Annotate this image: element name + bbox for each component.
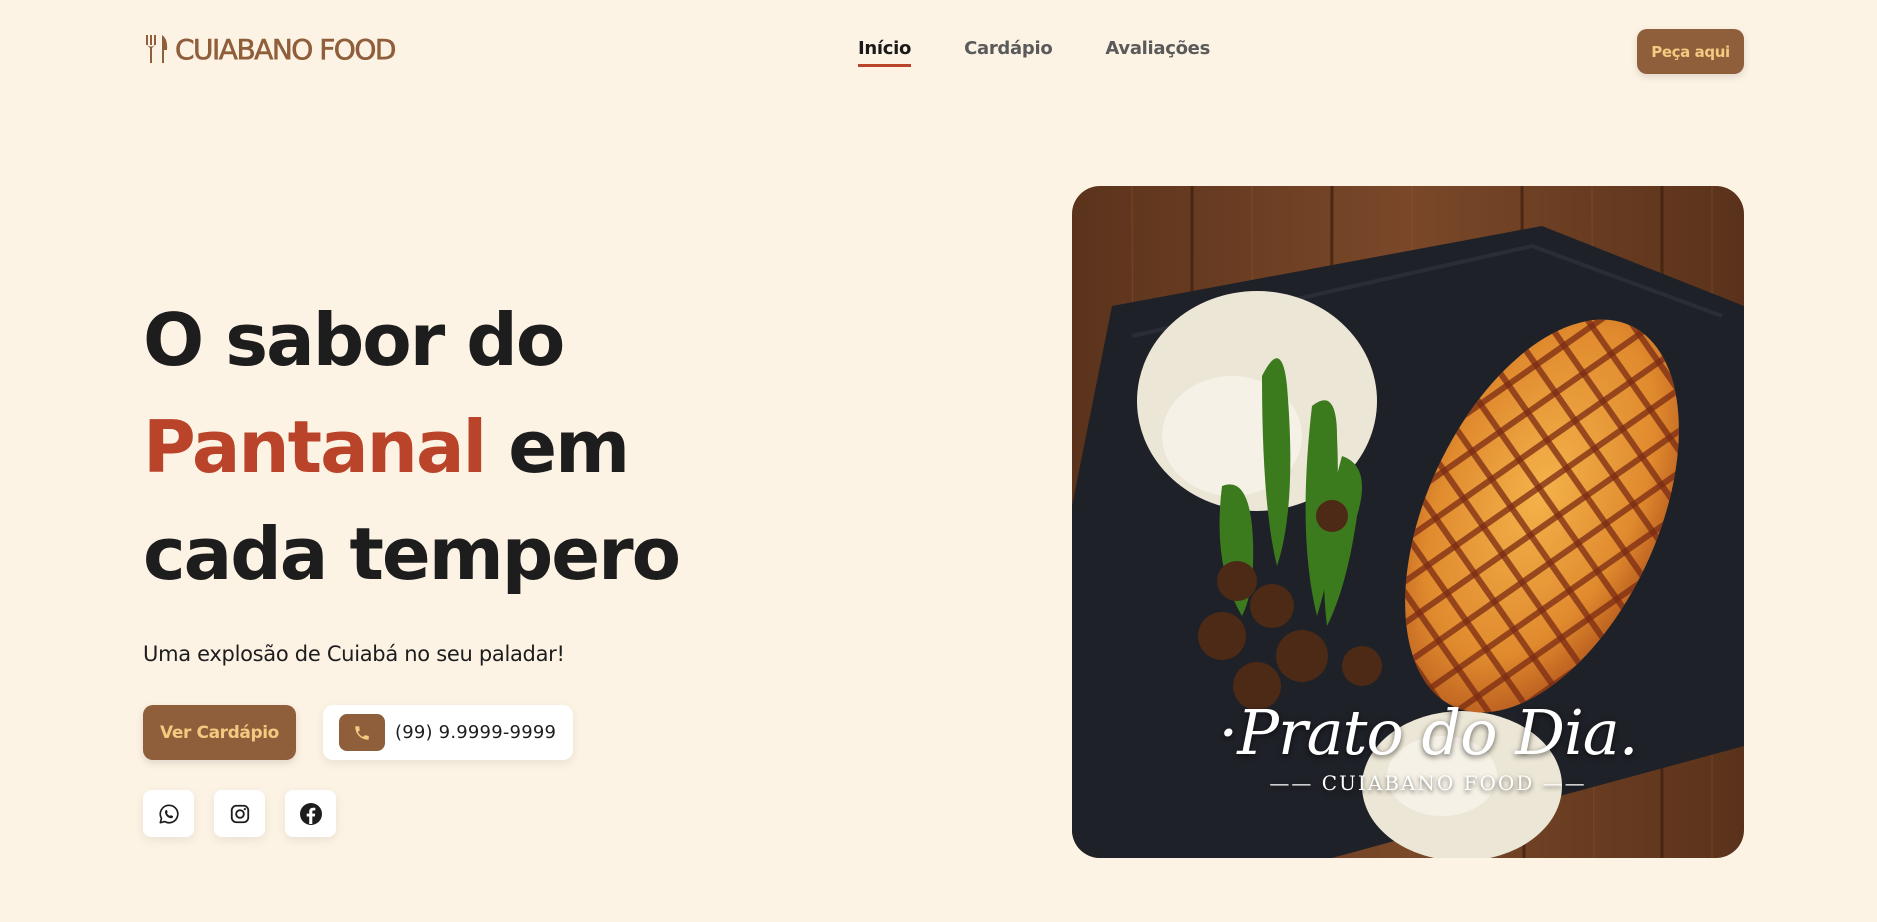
hero-title-line3: cada tempero [143,512,681,596]
nav-item-cardapio[interactable]: Cardápio [964,38,1053,67]
facebook-button[interactable] [285,790,336,837]
view-menu-button[interactable]: Ver Cardápio [143,705,296,760]
phone-icon [339,714,385,751]
logo-text: CUIABANO FOOD [175,32,397,66]
phone-number: (99) 9.9999-9999 [395,722,557,743]
fork-knife-icon [146,35,168,63]
whatsapp-button[interactable] [143,790,194,837]
social-links [143,790,336,837]
whatsapp-icon [158,803,179,824]
caption-divider-right: —— [1534,771,1587,795]
caption-brand-text: CUIABANO FOOD [1321,771,1535,795]
site-header: CUIABANO FOOD Início Cardápio Avaliações… [0,0,1877,100]
caption-brand: —— CUIABANO FOOD —— [1112,771,1744,795]
caption-divider-left: —— [1269,771,1322,795]
hero-title-line1: O sabor do [143,298,565,382]
instagram-button[interactable] [214,790,265,837]
logo[interactable]: CUIABANO FOOD [143,32,397,66]
instagram-icon [230,804,249,823]
caption-title: ·Prato do Dia. [1218,696,1639,769]
hero-title: O sabor do Pantanal em cada tempero [143,287,843,608]
image-caption: ·Prato do Dia. —— CUIABANO FOOD —— [1072,696,1744,795]
main-nav: Início Cardápio Avaliações [858,38,1263,67]
hero-subtitle: Uma explosão de Cuiabá no seu paladar! [143,642,565,666]
nav-item-avaliacoes[interactable]: Avaliações [1105,38,1210,67]
nav-item-inicio[interactable]: Início [858,38,911,67]
hero-title-after-accent: em [485,405,630,489]
hero-title-accent: Pantanal [143,405,487,489]
phone-contact[interactable]: (99) 9.9999-9999 [323,705,573,760]
facebook-icon [299,802,322,825]
cta-row: Ver Cardápio (99) 9.9999-9999 [143,705,573,760]
order-button[interactable]: Peça aqui [1637,29,1744,74]
dish-of-the-day-image: ·Prato do Dia. —— CUIABANO FOOD —— [1072,186,1744,858]
